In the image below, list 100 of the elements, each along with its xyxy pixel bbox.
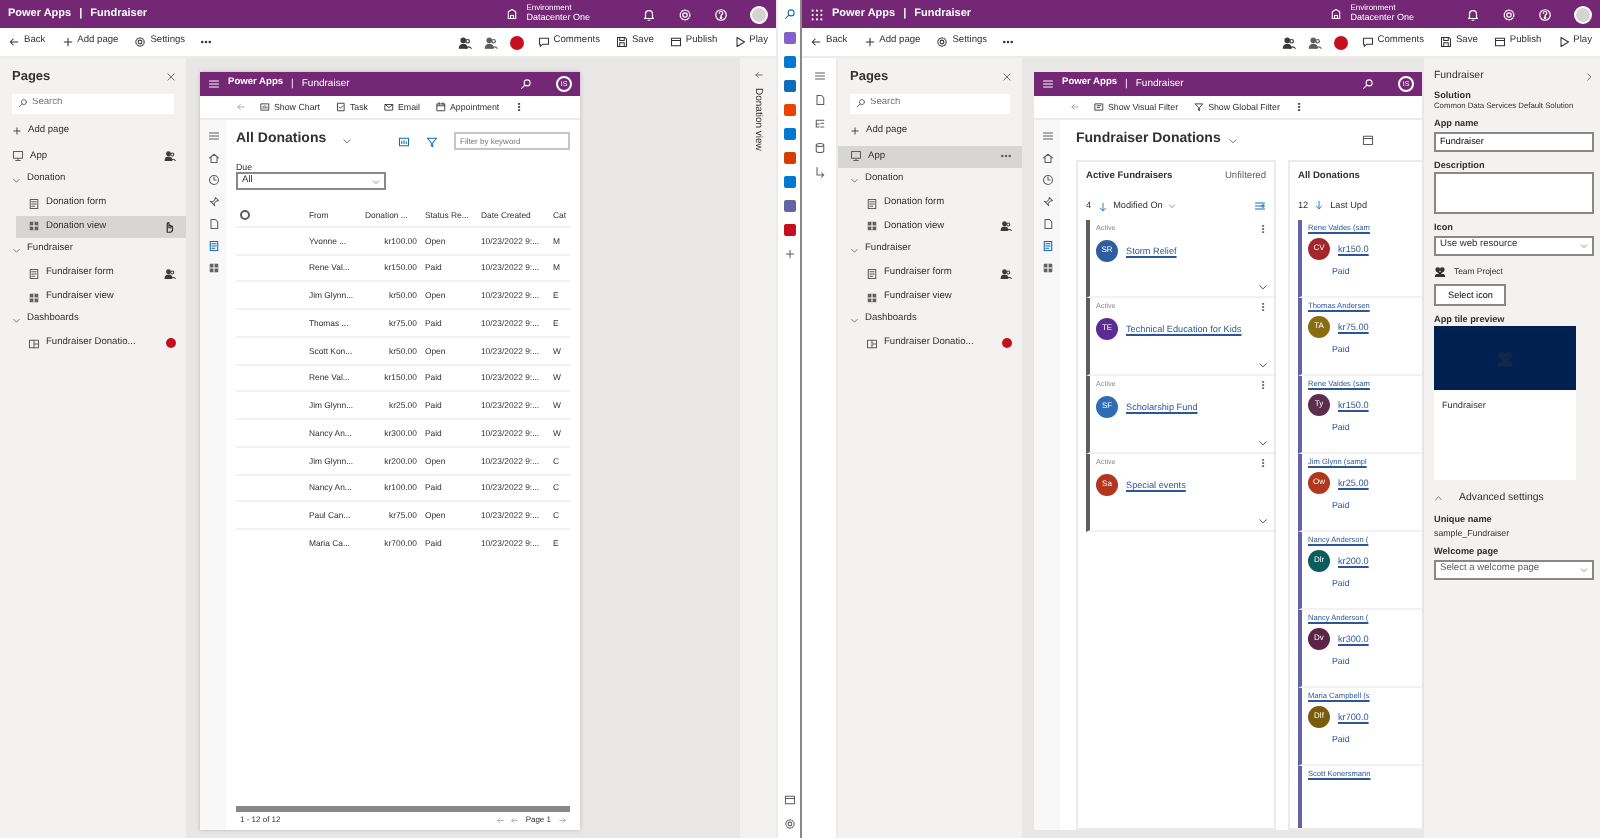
previous-page-icon xyxy=(510,816,520,826)
menu-icon xyxy=(208,78,220,90)
people-icon xyxy=(1307,35,1322,49)
app-icon xyxy=(850,150,862,163)
calendar-icon xyxy=(1362,134,1374,147)
back-arrow-icon xyxy=(8,36,20,48)
back-arrow-icon xyxy=(810,36,822,48)
settings-icon[interactable] xyxy=(678,7,692,21)
home-icon xyxy=(1041,152,1053,164)
chevron-down-icon xyxy=(342,136,353,146)
presence-avatar-icon xyxy=(1333,35,1348,49)
settings-icon xyxy=(783,818,795,830)
form-icon xyxy=(207,240,219,252)
search-icon xyxy=(520,78,532,90)
plus-icon xyxy=(12,126,22,137)
form-icon xyxy=(28,267,40,280)
view-settings-icon xyxy=(1254,200,1266,213)
visual-filter-icon xyxy=(1094,102,1104,112)
profile-avatar[interactable] xyxy=(750,5,768,23)
grid-icon xyxy=(207,262,219,274)
settings-icon xyxy=(936,36,949,48)
clock-icon xyxy=(1041,174,1053,186)
grid-icon xyxy=(28,220,40,233)
dashboard-icon xyxy=(866,337,878,350)
form-icon xyxy=(866,197,878,210)
database-icon[interactable] xyxy=(813,142,825,154)
dashboard-icon xyxy=(28,337,40,350)
layout-icon xyxy=(783,794,795,806)
comment-icon xyxy=(537,36,550,48)
pin-icon xyxy=(1041,196,1053,208)
profile-avatar[interactable] xyxy=(1574,5,1592,23)
help-icon[interactable] xyxy=(1538,7,1552,21)
chevron-down-icon xyxy=(1258,516,1268,527)
form-icon xyxy=(866,267,878,280)
sort-arrow-icon xyxy=(1314,200,1325,211)
more-icon[interactable] xyxy=(199,36,212,48)
building-icon xyxy=(506,8,519,20)
menu-icon xyxy=(1042,78,1054,90)
presence-avatar-icon xyxy=(509,35,524,49)
more-icon[interactable] xyxy=(1001,36,1014,48)
search-icon xyxy=(1362,78,1374,90)
people-icon xyxy=(457,35,472,49)
help-icon[interactable] xyxy=(714,7,728,21)
plus-icon xyxy=(850,126,860,137)
building-icon xyxy=(1330,8,1343,20)
publish-icon xyxy=(669,36,682,48)
plus-icon xyxy=(783,248,795,260)
pin-icon xyxy=(207,196,219,208)
next-page-icon xyxy=(557,816,566,826)
first-page-icon xyxy=(495,816,505,826)
plus-icon xyxy=(61,36,74,48)
play-icon xyxy=(1557,36,1570,48)
chevron-right-icon[interactable] xyxy=(1584,71,1594,82)
form-icon xyxy=(1041,240,1053,252)
notification-icon[interactable] xyxy=(642,7,656,21)
team-project-icon xyxy=(1434,265,1446,278)
automation-icon[interactable] xyxy=(813,166,825,178)
grid-icon xyxy=(866,220,878,233)
grid-icon xyxy=(866,291,878,304)
calendar-icon xyxy=(435,102,446,112)
settings-icon[interactable] xyxy=(1502,7,1516,21)
pages-icon xyxy=(1041,218,1053,230)
comment-icon xyxy=(1361,36,1374,48)
save-icon xyxy=(1439,36,1452,48)
email-icon xyxy=(383,102,394,112)
plus-icon xyxy=(863,36,876,48)
grid-icon xyxy=(1041,262,1053,274)
save-icon xyxy=(615,36,628,48)
close-icon[interactable] xyxy=(1002,72,1012,83)
sort-arrow-icon xyxy=(1097,201,1108,212)
form-icon xyxy=(28,197,40,210)
back-arrow-icon xyxy=(1070,102,1080,112)
publish-icon xyxy=(1493,36,1506,48)
chart-icon xyxy=(260,102,270,112)
chevron-down-icon xyxy=(1228,135,1239,146)
app-icon xyxy=(12,150,24,163)
text-area[interactable] xyxy=(1434,172,1594,215)
search-icon xyxy=(18,98,28,109)
chevron-down-icon xyxy=(1258,360,1268,371)
people-icon xyxy=(1281,35,1296,49)
notification-icon[interactable] xyxy=(1466,7,1480,21)
tree-view-icon[interactable] xyxy=(813,118,825,130)
chevron-down-icon xyxy=(1168,202,1177,211)
select-all-checkbox[interactable] xyxy=(240,209,250,220)
home-icon xyxy=(207,152,219,164)
back-arrow-icon xyxy=(236,102,246,112)
filter-icon xyxy=(1194,102,1205,112)
filter-icon xyxy=(426,135,438,147)
menu-icon xyxy=(207,130,219,142)
clock-icon xyxy=(207,174,219,186)
app-launcher-icon xyxy=(810,7,824,21)
close-icon[interactable] xyxy=(166,72,176,83)
play-icon xyxy=(733,36,746,48)
expand-icon xyxy=(753,70,763,80)
search-icon xyxy=(856,98,866,109)
people-icon xyxy=(483,35,498,49)
search-icon xyxy=(783,8,795,20)
pages-icon[interactable] xyxy=(813,94,825,106)
chevron-down-icon xyxy=(1258,438,1268,449)
task-icon xyxy=(335,102,346,112)
